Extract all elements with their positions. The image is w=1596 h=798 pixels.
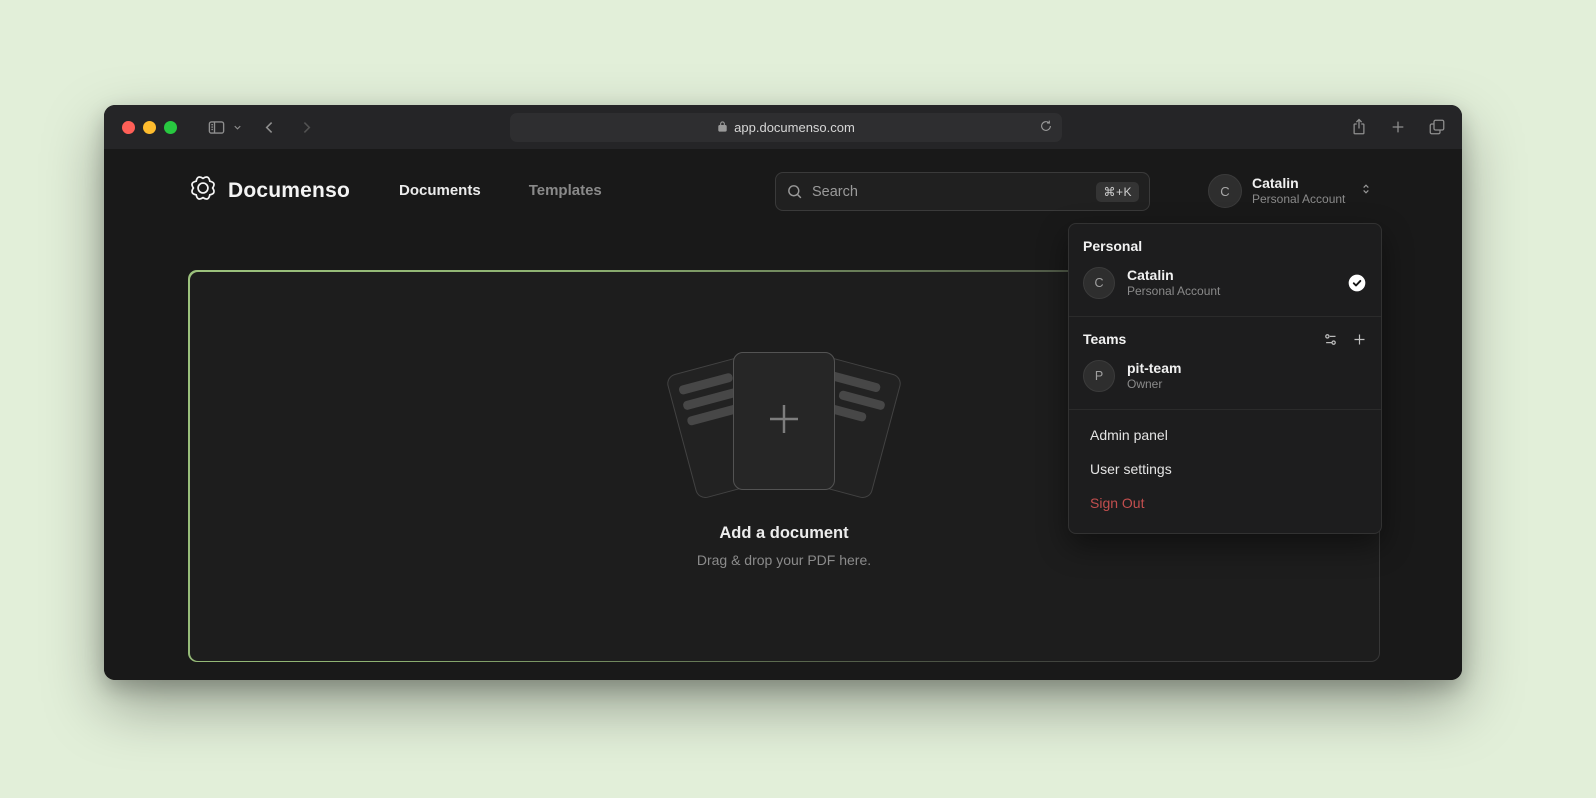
nav-templates[interactable]: Templates — [529, 182, 602, 199]
browser-window: app.documenso.com — [104, 105, 1462, 680]
dropzone-title: Add a document — [719, 524, 848, 543]
sidebar-toggle-icon[interactable] — [207, 118, 226, 137]
menu-item-sign-out[interactable]: Sign Out — [1069, 486, 1381, 520]
plus-icon — [763, 398, 805, 445]
personal-account-avatar: C — [1083, 267, 1115, 299]
profile-subtitle: Personal Account — [1252, 192, 1345, 207]
dropzone-subtitle: Drag & drop your PDF here. — [697, 552, 871, 568]
menu-item-user-settings[interactable]: User settings — [1069, 452, 1381, 486]
app-content: Documenso Documents Templates ⌘+K C Cata… — [104, 149, 1462, 680]
team-avatar: P — [1083, 360, 1115, 392]
document-card-add — [733, 352, 835, 490]
documenso-seal-logo-icon — [188, 173, 218, 208]
tab-group-chevron-icon[interactable] — [232, 122, 243, 133]
menu-actions: Admin panel User settings Sign Out — [1069, 410, 1381, 533]
tab-overview-icon[interactable] — [1428, 118, 1446, 136]
minimize-window-button[interactable] — [143, 121, 156, 134]
create-team-icon[interactable] — [1352, 332, 1367, 347]
back-button[interactable] — [261, 119, 278, 136]
main-nav: Documents Templates — [399, 182, 602, 199]
browser-toolbar: app.documenso.com — [104, 105, 1462, 149]
traffic-lights — [122, 121, 177, 134]
team-role: Owner — [1127, 377, 1181, 392]
profile-menu-trigger[interactable]: C Catalin Personal Account — [1208, 174, 1373, 208]
search-box[interactable]: ⌘+K — [775, 172, 1150, 211]
chevrons-up-down-icon — [1359, 182, 1373, 201]
team-name: pit-team — [1127, 360, 1181, 377]
address-bar[interactable]: app.documenso.com — [510, 113, 1062, 142]
forward-button[interactable] — [298, 119, 315, 136]
teams-section-header: Teams — [1083, 331, 1126, 347]
lock-icon — [717, 120, 728, 136]
search-icon — [786, 183, 803, 200]
check-circle-icon — [1347, 273, 1367, 293]
share-icon[interactable] — [1350, 118, 1368, 136]
personal-section-header: Personal — [1083, 238, 1142, 254]
search-input[interactable] — [812, 184, 1087, 200]
personal-section: Personal C Catalin Personal Account — [1069, 224, 1381, 316]
reload-icon[interactable] — [1039, 119, 1053, 136]
new-tab-icon[interactable] — [1390, 119, 1406, 135]
personal-account-subtitle: Personal Account — [1127, 284, 1220, 299]
manage-teams-icon[interactable] — [1323, 332, 1338, 347]
menu-item-admin-panel[interactable]: Admin panel — [1069, 418, 1381, 452]
profile-dropdown-menu: Personal C Catalin Personal Account — [1068, 223, 1382, 534]
personal-account-name: Catalin — [1127, 267, 1220, 284]
search-shortcut-badge: ⌘+K — [1096, 182, 1139, 202]
nav-documents[interactable]: Documents — [399, 182, 481, 199]
brand[interactable]: Documenso — [188, 173, 350, 208]
personal-account-item[interactable]: C Catalin Personal Account — [1069, 262, 1381, 304]
zoom-window-button[interactable] — [164, 121, 177, 134]
avatar: C — [1208, 174, 1242, 208]
close-window-button[interactable] — [122, 121, 135, 134]
team-item[interactable]: P pit-team Owner — [1069, 355, 1381, 397]
teams-section: Teams P pit-t — [1069, 317, 1381, 409]
brand-name: Documenso — [228, 179, 350, 203]
empty-state-cards-illustration — [674, 350, 894, 502]
url-text: app.documenso.com — [734, 120, 855, 135]
profile-name: Catalin — [1252, 175, 1345, 192]
